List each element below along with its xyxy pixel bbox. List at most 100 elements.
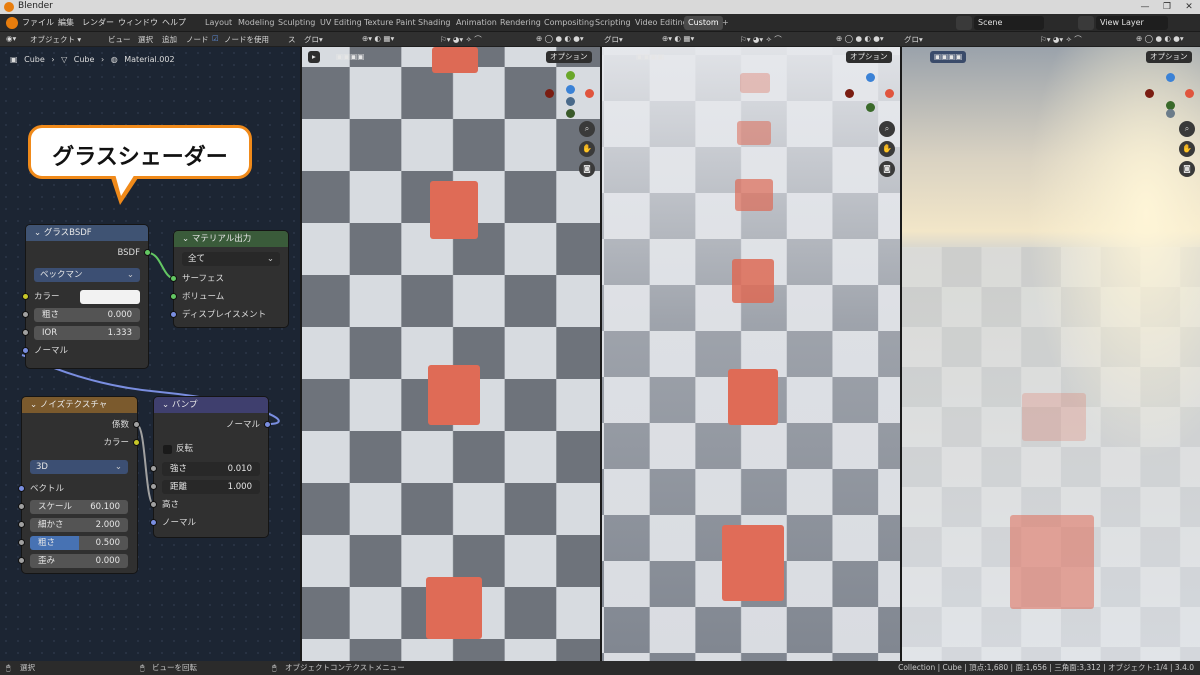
tab-layout[interactable]: Layout bbox=[201, 16, 236, 30]
tab-compositing[interactable]: Compositing bbox=[540, 16, 598, 30]
options-button-1[interactable]: オプション bbox=[546, 51, 592, 63]
scene-icon[interactable] bbox=[956, 16, 972, 30]
color-swatch[interactable] bbox=[80, 290, 140, 304]
menu-add[interactable]: 追加 bbox=[162, 34, 177, 45]
tab-animation[interactable]: Animation bbox=[452, 16, 501, 30]
slot-dropdown[interactable]: ス bbox=[288, 34, 296, 45]
hand-icon-2[interactable]: ✋ bbox=[879, 141, 895, 157]
tab-modeling[interactable]: Modeling bbox=[234, 16, 278, 30]
tab-texture-paint[interactable]: Texture Paint bbox=[360, 16, 420, 30]
select-mode-icons-3[interactable]: ▣▣▣▣ bbox=[930, 51, 967, 63]
noise-color-socket[interactable] bbox=[133, 439, 140, 446]
shading-modes[interactable]: ⊕ ◯ ● ◐ ●▾ bbox=[536, 34, 584, 43]
menu-help[interactable]: ヘルプ bbox=[162, 17, 186, 28]
zoom-icon[interactable]: ⌕ bbox=[579, 121, 595, 137]
height-socket[interactable] bbox=[150, 501, 157, 508]
camera-icon-3[interactable]: ◙ bbox=[1179, 161, 1195, 177]
tab-custom[interactable]: Custom bbox=[684, 16, 723, 30]
gizmo-x[interactable] bbox=[585, 89, 594, 98]
camera-icon-2[interactable]: ◙ bbox=[879, 161, 895, 177]
tab-scripting[interactable]: Scripting bbox=[591, 16, 635, 30]
bump-normal-input-socket[interactable] bbox=[150, 519, 157, 526]
gizmo-neg-z-3[interactable] bbox=[1166, 109, 1175, 118]
tab-shading[interactable]: Shading bbox=[414, 16, 455, 30]
roughness-socket[interactable] bbox=[22, 311, 29, 318]
select-mode-icons-2[interactable]: ▣▣▣▣ bbox=[632, 51, 668, 63]
fac-output-socket[interactable] bbox=[133, 421, 140, 428]
object-mode-dropdown[interactable]: オブジェクト ▾ bbox=[30, 34, 81, 45]
glass-bsdf-header[interactable]: ⌄ グラスBSDF bbox=[26, 225, 148, 241]
gizmo-neg-y[interactable] bbox=[566, 109, 575, 118]
scale-field[interactable]: スケール 60.100 bbox=[30, 500, 128, 514]
vector-socket[interactable] bbox=[18, 485, 25, 492]
maximize-icon[interactable]: ❐ bbox=[1156, 0, 1178, 14]
ior-field[interactable]: IOR 1.333 bbox=[34, 326, 140, 340]
material-output-node[interactable]: ⌄ マテリアル出力 全て ⌄ サーフェス ボリューム ディスプレイスメント bbox=[170, 231, 288, 327]
bsdf-output-socket[interactable] bbox=[144, 249, 151, 256]
node-editor-icon[interactable]: ◉▾ bbox=[6, 34, 16, 43]
menu-file[interactable]: ファイル bbox=[22, 17, 54, 28]
strength-socket[interactable] bbox=[150, 465, 157, 472]
detail-field[interactable]: 細かさ 2.000 bbox=[30, 518, 128, 532]
shading-dropdown-2[interactable]: グロ▾ bbox=[604, 34, 623, 45]
gizmo-neg-x[interactable] bbox=[545, 89, 554, 98]
node-editor-canvas[interactable]: ▣ Cube › ▽ Cube › ◍ Material.002 グラスシェーダ… bbox=[0, 47, 300, 661]
material-output-header[interactable]: ⌄ マテリアル出力 bbox=[174, 231, 288, 247]
viewlayer-icon[interactable] bbox=[1078, 16, 1094, 30]
options-button-3[interactable]: オプション bbox=[1146, 51, 1192, 63]
detail-socket[interactable] bbox=[18, 521, 25, 528]
menu-node[interactable]: ノード bbox=[186, 34, 209, 45]
ior-socket[interactable] bbox=[22, 329, 29, 336]
gizmo-z[interactable] bbox=[566, 85, 575, 94]
gizmo-neg-x-2[interactable] bbox=[845, 89, 854, 98]
roughness-field[interactable]: 粗さ 0.000 bbox=[34, 308, 140, 322]
gizmo-y[interactable] bbox=[566, 71, 575, 80]
distribution-dropdown[interactable]: ベックマン ⌄ bbox=[34, 268, 140, 282]
use-nodes-checkbox[interactable]: ☑ bbox=[212, 34, 219, 43]
blender-menu-icon[interactable] bbox=[6, 17, 18, 29]
scene-field[interactable]: Scene bbox=[974, 16, 1044, 30]
minimize-icon[interactable]: — bbox=[1134, 0, 1156, 14]
zoom-icon-2[interactable]: ⌕ bbox=[879, 121, 895, 137]
noise-roughness-socket[interactable] bbox=[18, 539, 25, 546]
view-icons[interactable]: ⚐▾ ◕▾ ✧ ⌒ bbox=[440, 34, 482, 45]
viewlayer-field[interactable]: View Layer bbox=[1096, 16, 1168, 30]
tab-video-editing[interactable]: Video Editing bbox=[631, 16, 692, 30]
gizmo-neg-y-2[interactable] bbox=[866, 103, 875, 112]
view-icons-2[interactable]: ⚐▾ ◕▾ ✧ ⌒ bbox=[740, 34, 782, 45]
menu-edit[interactable]: 編集 bbox=[58, 17, 74, 28]
overlay-icons[interactable]: ⊕▾ ◐ ▦▾ bbox=[362, 34, 394, 43]
target-dropdown[interactable]: 全て ⌄ bbox=[182, 252, 280, 266]
tab-sculpting[interactable]: Sculpting bbox=[274, 16, 319, 30]
color-input-socket[interactable] bbox=[22, 293, 29, 300]
options-button-2[interactable]: オプション bbox=[846, 51, 892, 63]
bump-node[interactable]: ⌄ バンプ ノーマル 反転 強さ 0.010 距離 1.000 高さ ノーマル bbox=[150, 397, 271, 537]
overlay-icons-2[interactable]: ⊕▾ ◐ ▦▾ bbox=[662, 34, 694, 43]
menu-select[interactable]: 選択 bbox=[138, 34, 153, 45]
view-icons-3[interactable]: ⚐▾ ◕▾ ✧ ⌒ bbox=[1040, 34, 1082, 45]
gizmo-z-3[interactable] bbox=[1166, 73, 1175, 82]
zoom-icon-3[interactable]: ⌕ bbox=[1179, 121, 1195, 137]
shading-modes-2[interactable]: ⊕ ◯ ● ◐ ●▾ bbox=[836, 34, 884, 43]
distance-field[interactable]: 距離 1.000 bbox=[162, 480, 260, 494]
tab-uv-editing[interactable]: UV Editing bbox=[316, 16, 366, 30]
scale-socket[interactable] bbox=[18, 503, 25, 510]
shading-dropdown[interactable]: グロ▾ bbox=[304, 34, 323, 45]
add-workspace-button[interactable]: + bbox=[718, 16, 733, 30]
viewport-1[interactable]: ▸ ▣▣▣▣ オプション ⌕ ✋ ◙ bbox=[300, 47, 600, 661]
distance-socket[interactable] bbox=[150, 483, 157, 490]
gizmo-neg-z[interactable] bbox=[566, 97, 575, 106]
strength-field[interactable]: 強さ 0.010 bbox=[162, 462, 260, 476]
displacement-socket[interactable] bbox=[170, 311, 177, 318]
noise-roughness-slider[interactable]: 粗さ 0.500 bbox=[30, 536, 128, 550]
bump-normal-output-socket[interactable] bbox=[264, 421, 271, 428]
gizmo-neg-x-3[interactable] bbox=[1145, 89, 1154, 98]
menu-view[interactable]: ビュー bbox=[108, 34, 131, 45]
surface-socket[interactable] bbox=[170, 275, 177, 282]
distortion-socket[interactable] bbox=[18, 557, 25, 564]
bump-header[interactable]: ⌄ バンプ bbox=[154, 397, 268, 413]
noise-texture-header[interactable]: ⌄ ノイズテクスチャ bbox=[22, 397, 137, 413]
normal-input-socket[interactable] bbox=[22, 347, 29, 354]
distortion-field[interactable]: 歪み 0.000 bbox=[30, 554, 128, 568]
select-mode-icons[interactable]: ▣▣▣▣ bbox=[332, 51, 368, 63]
